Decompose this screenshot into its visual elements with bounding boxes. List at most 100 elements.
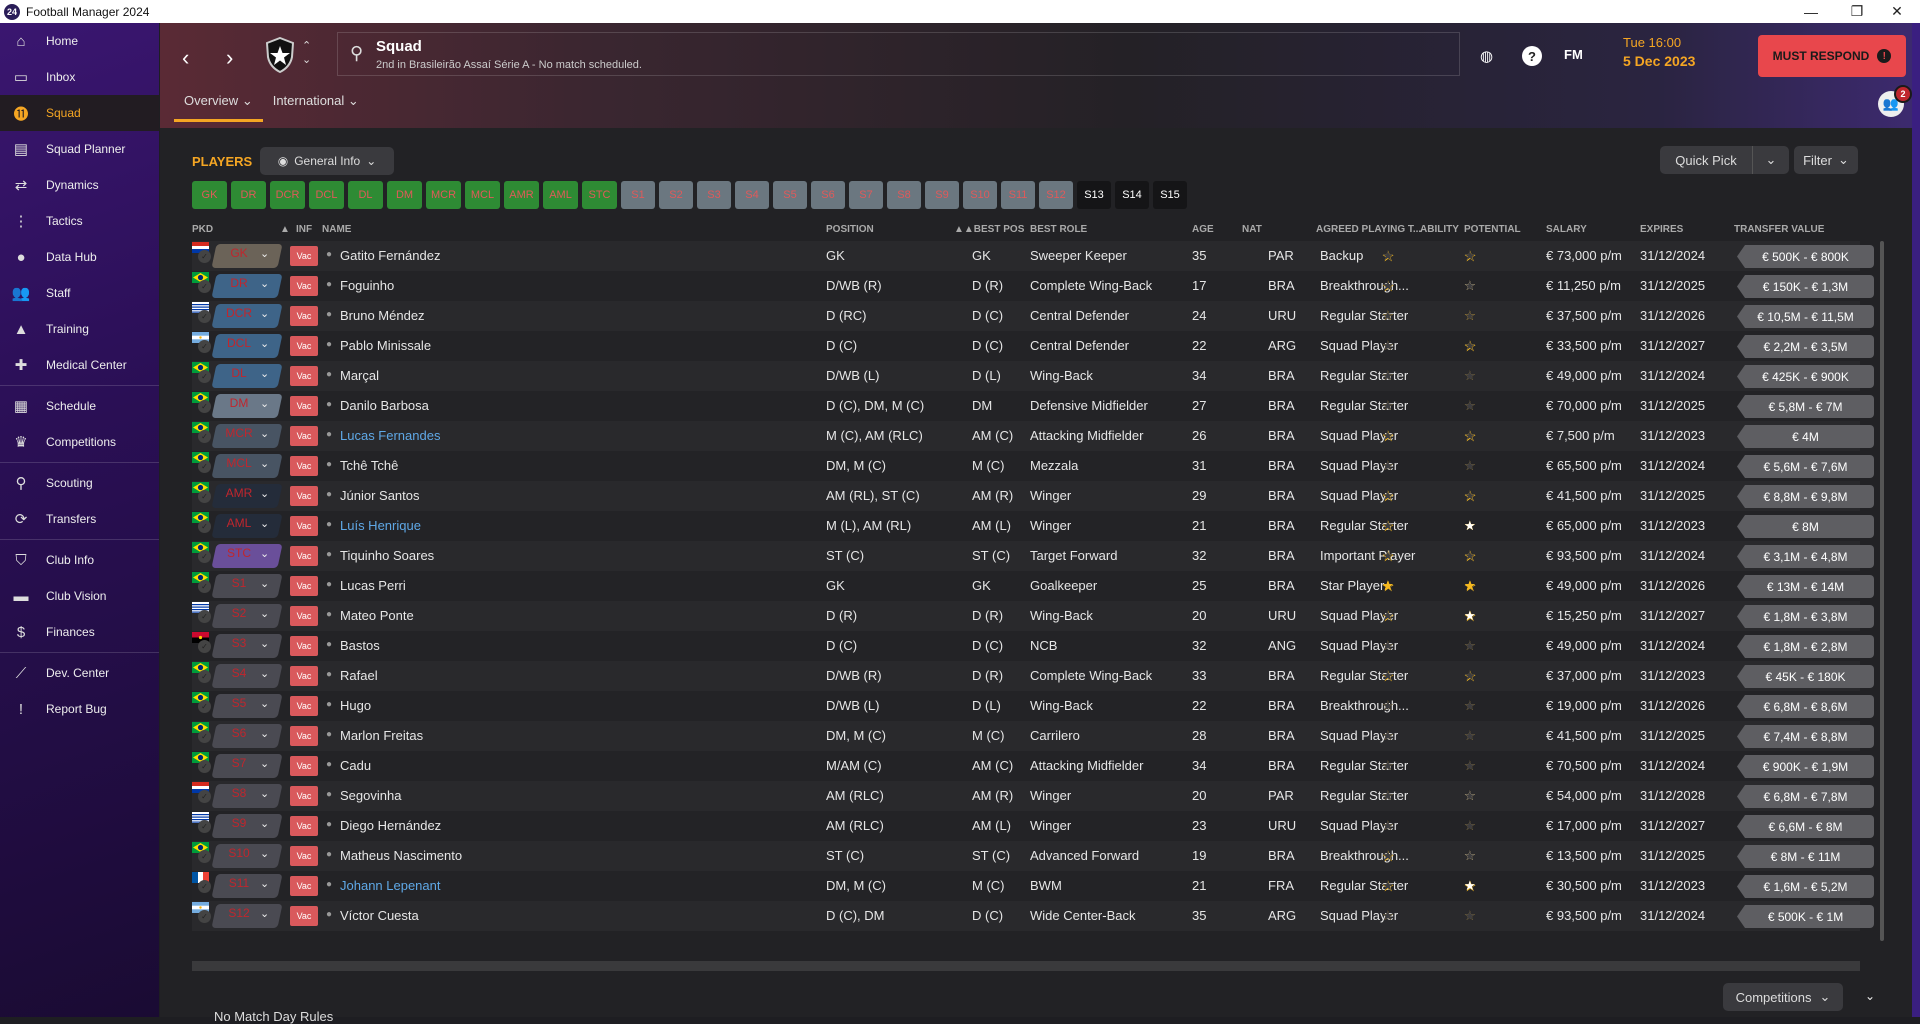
col-best-pos[interactable]: ▲▲BEST POS [954,224,1024,235]
col-best-role[interactable]: BEST ROLE [1030,224,1087,235]
position-slot-s15[interactable]: S15 [1153,181,1187,209]
position-slot-aml[interactable]: AML [543,181,578,209]
position-slot-amr[interactable]: AMR [504,181,539,209]
must-respond-button[interactable]: MUST RESPOND ! [1758,35,1906,77]
nationality[interactable]: BRA [1268,848,1295,863]
nationality[interactable]: BRA [1268,758,1295,773]
sidebar-item-scouting[interactable]: ⚲ Scouting [0,465,159,501]
col-position[interactable]: POSITION [826,224,874,235]
player-name[interactable]: Foguinho [340,278,394,293]
check-icon[interactable]: ✓ [198,280,211,293]
player-name[interactable]: Bastos [340,638,380,653]
chevron-down-icon[interactable]: ⌄ [260,727,269,740]
sidebar-item-competitions[interactable]: ♛ Competitions [0,424,159,460]
position-slot-s9[interactable]: S9 [925,181,959,209]
sidebar-item-home[interactable]: ⌂ Home [0,23,159,59]
position-slot-mcr[interactable]: MCR [426,181,461,209]
position-slot-stc[interactable]: STC [582,181,617,209]
nationality[interactable]: URU [1268,818,1296,833]
chevron-down-icon[interactable]: ⌄ [260,307,269,320]
forward-button[interactable]: › [226,45,233,71]
chevron-down-icon[interactable]: ⌄ [1753,146,1789,174]
col-salary[interactable]: SALARY [1546,224,1587,235]
check-icon[interactable]: ✓ [198,400,211,413]
position-slot-s13[interactable]: S13 [1077,181,1111,209]
check-icon[interactable]: ✓ [198,850,211,863]
nationality[interactable]: PAR [1268,248,1294,263]
nationality[interactable]: BRA [1268,368,1295,383]
check-icon[interactable]: ✓ [198,790,211,803]
tab-overview[interactable]: Overview ⌄ [174,93,263,122]
chevron-down-icon[interactable]: ⌄ [260,547,269,560]
check-icon[interactable]: ✓ [198,430,211,443]
player-name[interactable]: Mateo Ponte [340,608,414,623]
sidebar-item-staff[interactable]: 👥 Staff [0,275,159,311]
position-slot-dl[interactable]: DL [348,181,383,209]
table-row[interactable]: ✓ DCL ⌄ Vac ● Pablo Minissale D (C) D (C… [192,331,1874,361]
check-icon[interactable]: ✓ [198,250,211,263]
globe-icon[interactable]: ◍ [1480,47,1493,65]
sidebar-item-dynamics[interactable]: ⇄ Dynamics [0,167,159,203]
player-name[interactable]: Luís Henrique [340,518,421,533]
nationality[interactable]: BRA [1268,518,1295,533]
player-name[interactable]: Segovinha [340,788,401,803]
player-name[interactable]: Víctor Cuesta [340,908,419,923]
chevron-down-icon[interactable]: ⌄ [260,757,269,770]
chevron-down-icon[interactable]: ⌄ [260,697,269,710]
check-icon[interactable]: ✓ [198,730,211,743]
tab-international[interactable]: International ⌄ [263,93,369,122]
position-slot-s2[interactable]: S2 [659,181,693,209]
filter-button[interactable]: Filter ⌄ [1794,146,1858,174]
quick-pick-label[interactable]: Quick Pick [1660,146,1753,174]
position-slot-mcl[interactable]: MCL [465,181,500,209]
chevron-down-icon[interactable]: ⌄ [260,607,269,620]
position-slot-dcr[interactable]: DCR [270,181,305,209]
position-slot-s14[interactable]: S14 [1115,181,1149,209]
col-potential[interactable]: POTENTIAL [1464,224,1521,235]
table-row[interactable]: ✓ GK ⌄ Vac ● Gatito Fernández GK GK Swee… [192,241,1874,271]
nationality[interactable]: PAR [1268,788,1294,803]
quick-pick-button[interactable]: Quick Pick ⌄ [1660,146,1789,174]
position-slot-s1[interactable]: S1 [621,181,655,209]
sidebar-item-club-vision[interactable]: ▬ Club Vision [0,578,159,614]
sidebar-item-training[interactable]: ▲ Training [0,311,159,347]
position-slot-dcl[interactable]: DCL [309,181,344,209]
table-row[interactable]: ✓ STC ⌄ Vac ● Tiquinho Soares ST (C) ST … [192,541,1874,571]
sidebar-item-tactics[interactable]: ⋮ Tactics [0,203,159,239]
chevron-down-icon[interactable]: ⌄ [260,517,269,530]
player-name[interactable]: Johann Lepenant [340,878,440,893]
player-name[interactable]: Diego Hernández [340,818,441,833]
col-pkd[interactable]: PKD [192,224,213,235]
player-name[interactable]: Tchê Tchê [340,458,398,473]
position-slot-s6[interactable]: S6 [811,181,845,209]
position-slot-dm[interactable]: DM [387,181,422,209]
sidebar-item-inbox[interactable]: ▭ Inbox [0,59,159,95]
nationality[interactable]: URU [1268,308,1296,323]
expand-chevron-icon[interactable]: ⌄ [1865,989,1875,1003]
chevron-down-icon[interactable]: ⌄ [260,637,269,650]
table-row[interactable]: ✓ S5 ⌄ Vac ● Hugo D/WB (L) D (L) Wing-Ba… [192,691,1874,721]
nationality[interactable]: BRA [1268,488,1295,503]
player-name[interactable]: Hugo [340,698,371,713]
position-slot-s7[interactable]: S7 [849,181,883,209]
check-icon[interactable]: ✓ [198,640,211,653]
nationality[interactable]: BRA [1268,398,1295,413]
sidebar-item-report-bug[interactable]: ! Report Bug [0,691,159,727]
chevron-down-icon[interactable]: ⌄ [260,427,269,440]
table-row[interactable]: ✓ DR ⌄ Vac ● Foguinho D/WB (R) D (R) Com… [192,271,1874,301]
sidebar-item-data-hub[interactable]: ● Data Hub [0,239,159,275]
check-icon[interactable]: ✓ [198,310,211,323]
table-row[interactable]: ✓ S9 ⌄ Vac ● Diego Hernández AM (RLC) AM… [192,811,1874,841]
nationality[interactable]: BRA [1268,428,1295,443]
table-row[interactable]: ✓ AML ⌄ Vac ● Luís Henrique M (L), AM (R… [192,511,1874,541]
table-row[interactable]: ✓ DM ⌄ Vac ● Danilo Barbosa D (C), DM, M… [192,391,1874,421]
check-icon[interactable]: ✓ [198,610,211,623]
chevron-down-icon[interactable]: ⌄ [260,577,269,590]
col-name[interactable]: NAME [322,224,351,235]
position-slot-s5[interactable]: S5 [773,181,807,209]
nationality[interactable]: BRA [1268,548,1295,563]
nationality[interactable]: BRA [1268,698,1295,713]
player-name[interactable]: Gatito Fernández [340,248,440,263]
table-row[interactable]: ✓ S2 ⌄ Vac ● Mateo Ponte D (R) D (R) Win… [192,601,1874,631]
help-icon[interactable]: ? [1522,46,1542,66]
